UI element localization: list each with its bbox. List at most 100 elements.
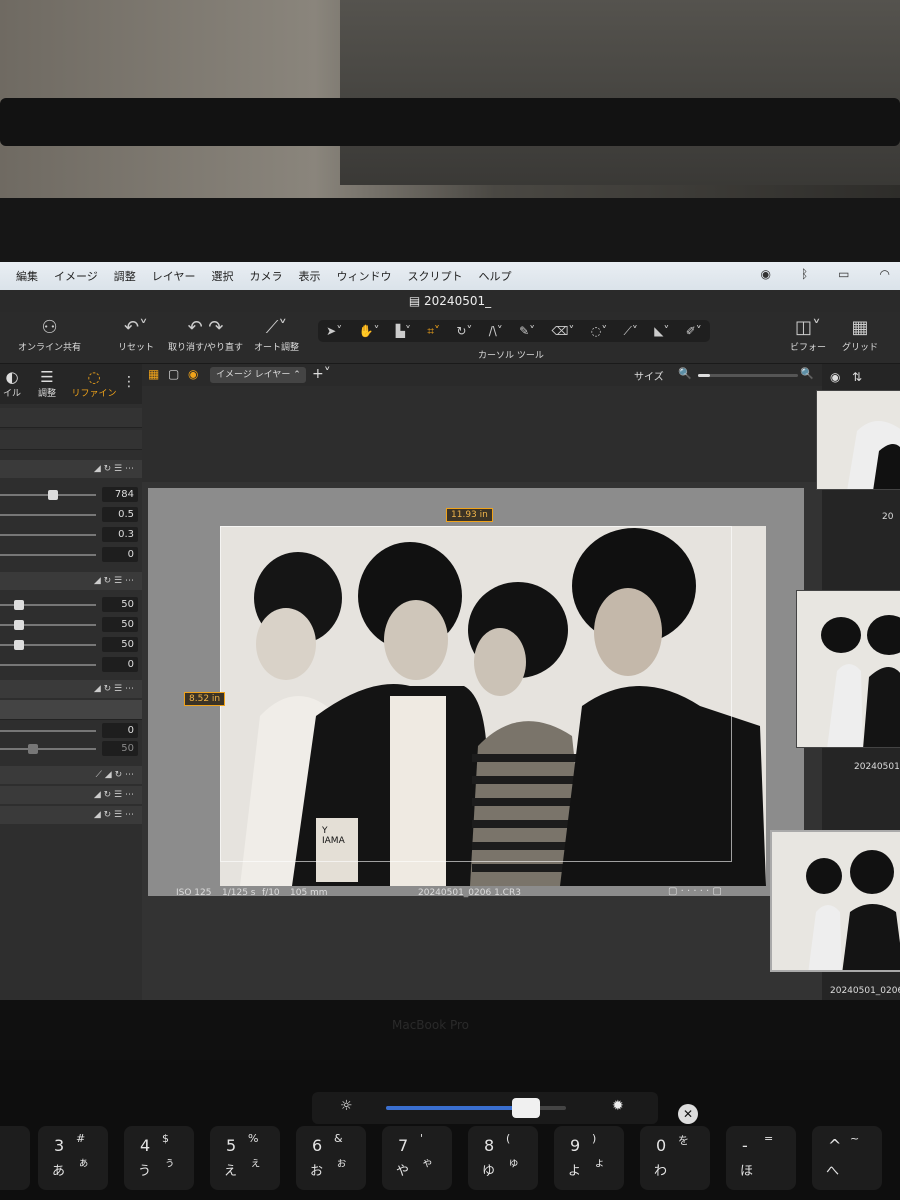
menu-script[interactable]: スクリプト bbox=[407, 268, 462, 284]
slider-value[interactable]: 784 bbox=[102, 487, 138, 502]
hand-icon[interactable]: ✋˅ bbox=[359, 324, 380, 338]
reset-button[interactable]: ↶˅ リセット bbox=[118, 316, 154, 353]
eye-icon[interactable]: ◉ bbox=[830, 370, 840, 384]
brush-size-icon[interactable]: ▙˅ bbox=[396, 324, 411, 338]
key-minus[interactable]: - = ほ bbox=[726, 1126, 796, 1190]
slider-knob[interactable] bbox=[48, 490, 58, 500]
slider-value[interactable]: 0.5 bbox=[102, 507, 138, 522]
slider-value[interactable]: 50 bbox=[102, 617, 138, 632]
slider-2[interactable]: 0.5 bbox=[0, 506, 142, 524]
pointer-icon[interactable]: ➤˅ bbox=[326, 324, 342, 338]
pen-icon[interactable]: ✎˅ bbox=[519, 324, 535, 338]
slider-1[interactable]: 784 bbox=[0, 486, 142, 504]
menu-layer[interactable]: レイヤー bbox=[152, 268, 196, 284]
key-7[interactable]: 7 ' やゃ bbox=[382, 1126, 452, 1190]
section-header-3[interactable]: ◢ ↻ ☰ ⋯ bbox=[0, 680, 142, 698]
record-icon[interactable]: ◉ bbox=[760, 267, 770, 281]
grid-button[interactable]: ▦ グリッド bbox=[842, 316, 878, 353]
slider-4[interactable]: 0 bbox=[0, 546, 142, 564]
slider-5[interactable]: 50 bbox=[0, 596, 142, 614]
key-3[interactable]: 3 # あぁ bbox=[38, 1126, 108, 1190]
page-dots-icon[interactable]: ▢ · · · · · ▢ bbox=[668, 886, 722, 897]
key-9[interactable]: 9) よょ bbox=[554, 1126, 624, 1190]
slider-value[interactable]: 0 bbox=[102, 723, 138, 738]
crop-icon[interactable]: ⌗˅ bbox=[427, 324, 440, 339]
sort-icon[interactable]: ⇅ bbox=[852, 370, 862, 384]
fill-icon[interactable]: ◣˅ bbox=[654, 324, 669, 338]
lasso-icon[interactable]: ◌˅ bbox=[591, 324, 607, 338]
wifi-icon[interactable]: ◠ bbox=[880, 267, 890, 281]
crop-frame[interactable] bbox=[220, 526, 732, 862]
thumbnail-3[interactable] bbox=[770, 830, 900, 972]
slider-8[interactable]: 0 bbox=[0, 656, 142, 674]
more-icon[interactable]: ⋮ bbox=[122, 374, 136, 390]
slider-knob[interactable] bbox=[14, 600, 24, 610]
slider-knob[interactable] bbox=[28, 744, 38, 754]
marker-icon[interactable]: ✐˅ bbox=[686, 324, 702, 338]
key-6[interactable]: 6 & おぉ bbox=[296, 1126, 366, 1190]
slider-value[interactable]: 50 bbox=[102, 597, 138, 612]
section-header-6[interactable]: ◢ ↻ ☰ ⋯ bbox=[0, 806, 142, 824]
slider-3[interactable]: 0.3 bbox=[0, 526, 142, 544]
slider-7[interactable]: 50 bbox=[0, 636, 142, 654]
menu-window[interactable]: ウィンドウ bbox=[336, 268, 391, 284]
zoom-in-icon[interactable]: 🔍 bbox=[800, 367, 814, 380]
section-header-4[interactable]: ⟋ ◢ ↻ ⋯ bbox=[0, 766, 142, 784]
section-header-5[interactable]: ◢ ↻ ☰ ⋯ bbox=[0, 786, 142, 804]
menu-help[interactable]: ヘルプ bbox=[478, 268, 511, 284]
key-2[interactable] bbox=[0, 1126, 30, 1190]
dropdown-row[interactable] bbox=[0, 700, 142, 720]
menu-adjust[interactable]: 調整 bbox=[114, 268, 136, 284]
slider-10[interactable]: 50 bbox=[0, 740, 142, 758]
share-button[interactable]: ⚇ オンライン共有 bbox=[18, 316, 81, 353]
menu-edit[interactable]: 編集 bbox=[16, 268, 38, 284]
layer-select[interactable]: イメージ レイヤー ⌃ bbox=[210, 367, 306, 383]
tab-adjust[interactable]: ☰ 調整 bbox=[32, 368, 62, 399]
eye-toggle-icon[interactable]: ◉ bbox=[188, 367, 198, 381]
collapsed-section-1[interactable] bbox=[0, 408, 142, 428]
tab-refine[interactable]: ◌ リファイン bbox=[70, 368, 118, 399]
touch-bar[interactable]: ☼ ✹ bbox=[312, 1092, 658, 1124]
menu-image[interactable]: イメージ bbox=[54, 268, 98, 284]
collapsed-section-2[interactable] bbox=[0, 430, 142, 450]
slider-knob[interactable] bbox=[14, 620, 24, 630]
slider-value[interactable]: 50 bbox=[102, 637, 138, 652]
section-header-1[interactable]: ◢ ↻ ☰ ⋯ bbox=[0, 460, 142, 478]
straighten-icon[interactable]: /\˅ bbox=[489, 324, 503, 338]
slider-knob[interactable] bbox=[14, 640, 24, 650]
section-header-2[interactable]: ◢ ↻ ☰ ⋯ bbox=[0, 572, 142, 590]
key-caret[interactable]: ^ ~ へ bbox=[812, 1126, 882, 1190]
menu-select[interactable]: 選択 bbox=[211, 268, 233, 284]
add-layer-icon[interactable]: +˅ bbox=[312, 366, 331, 382]
eraser-icon[interactable]: ⌫˅ bbox=[551, 324, 574, 338]
key-0[interactable]: 0を わ bbox=[640, 1126, 710, 1190]
slider-9[interactable]: 0 bbox=[0, 722, 142, 740]
key-8[interactable]: 8 ( ゆゅ bbox=[468, 1126, 538, 1190]
slider-value[interactable]: 0.3 bbox=[102, 527, 138, 542]
zoom-out-icon[interactable]: 🔍 bbox=[678, 367, 692, 380]
slider-6[interactable]: 50 bbox=[0, 616, 142, 634]
crop-canvas[interactable]: Y IAMA 11.93 in 8.52 in bbox=[148, 488, 804, 896]
bluetooth-icon[interactable]: ᛒ bbox=[801, 267, 808, 281]
brightness-knob[interactable] bbox=[512, 1098, 541, 1118]
before-button[interactable]: ◫˅ ビフォー bbox=[790, 316, 826, 353]
thumbnail-1[interactable] bbox=[816, 390, 900, 490]
auto-adjust-button[interactable]: ⟋˅ オート調整 bbox=[254, 316, 299, 353]
slider-value[interactable]: 0 bbox=[102, 547, 138, 562]
single-view-icon[interactable]: ▢ bbox=[168, 367, 179, 381]
rotate-icon[interactable]: ↻˅ bbox=[456, 324, 472, 338]
slider-value[interactable]: 0 bbox=[102, 657, 138, 672]
tab-file[interactable]: ◐ イル bbox=[0, 368, 24, 399]
key-5[interactable]: 5% えぇ bbox=[210, 1126, 280, 1190]
key-4[interactable]: 4 $ うぅ bbox=[124, 1126, 194, 1190]
touch-bar-close-icon[interactable]: ✕ bbox=[678, 1104, 698, 1124]
zoom-slider[interactable] bbox=[698, 374, 798, 377]
dropper-icon[interactable]: ⟋˅ bbox=[624, 324, 638, 339]
battery-icon[interactable]: ▭ bbox=[838, 267, 849, 281]
grid-view-icon[interactable]: ▦ bbox=[148, 367, 159, 381]
undo-redo-button[interactable]: ↶ ↷ 取り消す/やり直す bbox=[168, 316, 243, 353]
thumbnail-2[interactable] bbox=[796, 590, 900, 748]
menu-camera[interactable]: カメラ bbox=[249, 268, 282, 284]
slider-value[interactable]: 50 bbox=[102, 741, 138, 756]
menu-view[interactable]: 表示 bbox=[298, 268, 320, 284]
